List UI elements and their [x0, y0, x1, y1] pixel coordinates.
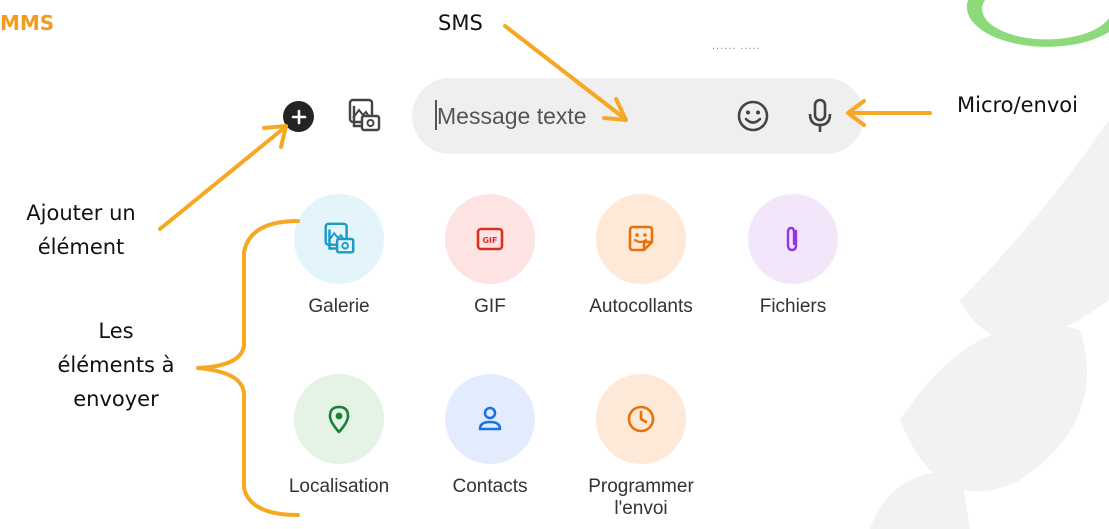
sticker-icon-circle [596, 194, 686, 284]
mms-annotation: MMS [0, 11, 55, 35]
gif-icon: GIF [476, 227, 504, 251]
attachment-contacts[interactable]: Contacts [425, 374, 555, 498]
attachment-label: Contacts [452, 476, 528, 497]
attachment-label: Programmer l'envoi [588, 476, 694, 519]
status-fragment: ...... ..... [712, 40, 761, 52]
clock-icon [627, 405, 655, 433]
paperclip-icon-circle [748, 194, 838, 284]
gallery-icon-circle [294, 194, 384, 284]
attachment-label: Galerie [308, 296, 370, 317]
attachment-gif[interactable]: GIF GIF [425, 194, 555, 318]
sticker-icon [628, 225, 654, 252]
add-arrow-head [262, 124, 288, 149]
attachment-schedule-send[interactable]: Programmer l'envoi [576, 374, 706, 520]
message-input[interactable] [437, 98, 717, 134]
add-element-annotation: Ajouter un élément [26, 201, 136, 259]
attachment-stickers[interactable]: Autocollants [576, 194, 706, 318]
attachment-label: Autocollants [589, 296, 693, 317]
attachment-location[interactable]: Localisation [274, 374, 404, 498]
attachment-label: Localisation [288, 476, 390, 497]
contact-person-icon-circle [445, 374, 535, 464]
message-box [412, 78, 864, 154]
sms-annotation: SMS [438, 11, 483, 35]
location-pin-icon [328, 405, 350, 434]
contact-person-icon [478, 406, 502, 431]
attachment-label: Fichiers [759, 296, 827, 317]
elements-annotation: Les éléments à envoyer [57, 319, 175, 411]
micro-annotation: Micro/envoi [957, 93, 1078, 117]
location-pin-icon-circle [294, 374, 384, 464]
paperclip-icon [786, 226, 798, 252]
gallery-button[interactable] [344, 96, 384, 136]
plus-icon [291, 109, 306, 124]
attachment-files[interactable]: Fichiers [728, 194, 858, 318]
add-arrow-line [158, 126, 286, 231]
attachment-label: GIF [474, 296, 506, 317]
emoji-button[interactable] [735, 98, 771, 134]
attachment-gallery[interactable]: Galerie [274, 194, 404, 318]
microphone-icon [808, 98, 832, 132]
svg-text:GIF: GIF [482, 236, 497, 245]
mic-send-button[interactable] [805, 96, 835, 136]
gallery-icon [348, 98, 381, 132]
gif-icon-circle: GIF [445, 194, 535, 284]
add-attachment-button[interactable] [283, 101, 314, 132]
emoji-icon [737, 100, 769, 132]
clock-icon-circle [596, 374, 686, 464]
gallery-icon [324, 222, 355, 254]
